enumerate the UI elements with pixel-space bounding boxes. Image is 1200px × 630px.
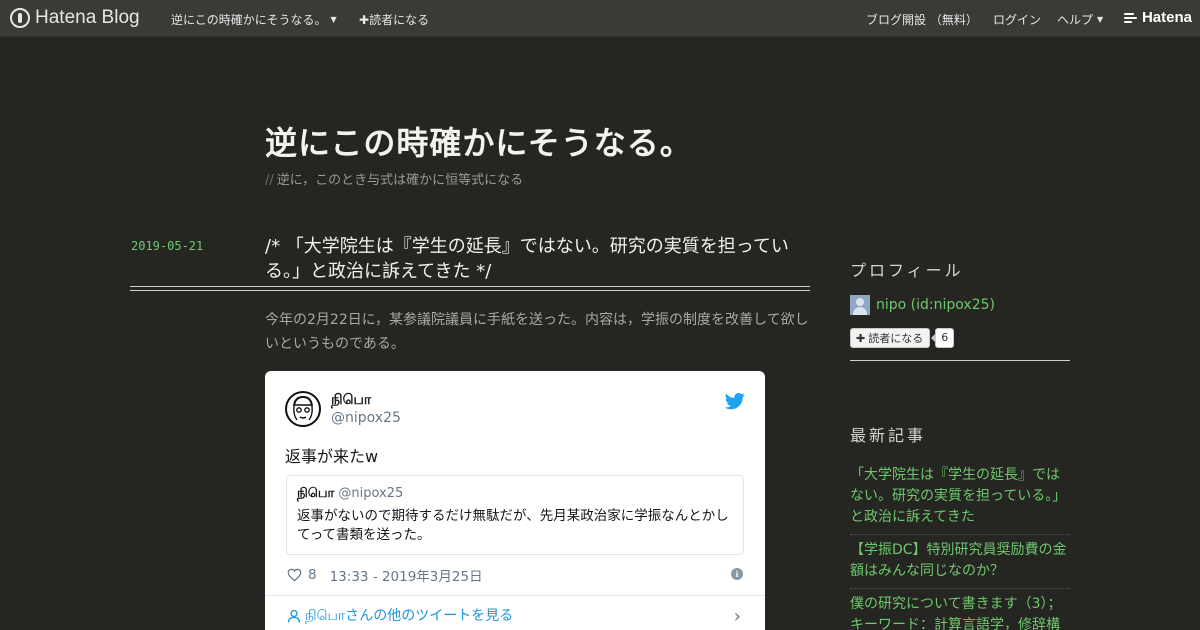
sidebar-divider <box>850 360 1070 361</box>
heart-icon[interactable] <box>287 568 302 582</box>
more-tweets-label: நிபொさんの他のツイートを見る <box>305 608 514 624</box>
entry-body-paragraph: 今年の2月22日に，某参議院議員に手紙を送った。内容は，学振の制度を改善して欲し… <box>265 312 809 352</box>
blog-description-text: 逆に，このとき与式は確かに恒等式になる <box>276 173 524 188</box>
title-divider <box>130 286 810 291</box>
recent-entry-link[interactable]: 僕の研究について書きます（3）；キーワード：計算言語学，修辞構 <box>850 593 1070 630</box>
sidebar-subscribe-button[interactable]: ✚ 読者になる <box>850 328 931 348</box>
open-blog-link[interactable]: ブログ開設 （無料） <box>866 11 978 28</box>
quoted-tweet-text: 返事がないので期待するだけ無駄だが、先月某政治家に学振なんとかしてって書類を送っ… <box>297 508 729 543</box>
chevron-down-icon: ▼ <box>330 15 337 24</box>
help-dropdown[interactable]: ヘルプ ▼ <box>1057 11 1103 28</box>
blog-title[interactable]: 逆にこの時確かにそうなる。 <box>265 118 693 164</box>
plus-icon: ✚ <box>359 13 370 27</box>
quoted-author-handle: @nipox25 <box>338 486 404 501</box>
hatena-blog-logo-icon <box>10 8 30 28</box>
tweet-author-handle[interactable]: @nipox25 <box>331 410 401 426</box>
profile-avatar-icon[interactable] <box>850 295 870 315</box>
quoted-tweet[interactable]: நிபொ @nipox25 返事がないので期待するだけ無駄だが、先月某政治家に学振… <box>286 475 744 555</box>
plus-icon: ✚ <box>856 331 866 345</box>
slash-decoration: // <box>265 173 274 188</box>
hatena-logo[interactable]: Hatena <box>1123 9 1192 26</box>
chevron-down-icon: ▼ <box>1097 15 1104 24</box>
subscribe-top-label: 読者になる <box>369 13 430 27</box>
quoted-tweet-header: நிபொ @nipox25 <box>297 486 403 502</box>
avatar-face-icon <box>293 395 313 421</box>
embedded-tweet[interactable]: நிபொ @nipox25 返事が来たw நிபொ @nipox25 返事がないの… <box>265 371 765 630</box>
hatena-logo-text: Hatena <box>1141 9 1192 26</box>
tweet-avatar[interactable] <box>285 391 321 427</box>
tweet-meta: 8 13:33 - 2019年3月25日 <box>287 565 483 585</box>
profile-link[interactable]: nipo (id:nipox25) <box>850 295 995 315</box>
subscribe-top-button[interactable]: ✚読者になる <box>359 11 429 28</box>
user-icon <box>287 609 301 623</box>
subscriber-count[interactable]: 6 <box>931 328 955 348</box>
hatena-blog-logo-text: Hatena Blog <box>35 7 140 28</box>
blog-menu-dropdown[interactable]: 逆にこの時確かにそうなる。 ▼ <box>171 11 337 28</box>
hatena-wing-icon <box>1123 12 1138 24</box>
sidebar-subscribe-label: 読者になる <box>868 332 924 345</box>
entry-title[interactable]: /* 「大学院生は『学生の延長』ではない。研究の実質を担っている。」と政治に訴え… <box>265 234 810 284</box>
tweet-text: 返事が来たw <box>285 447 379 466</box>
profile-heading: プロフィール <box>850 261 964 280</box>
more-tweets-link[interactable]: நிபொさんの他のツイートを見る <box>287 605 513 626</box>
recent-entries-heading: 最新記事 <box>850 426 927 445</box>
recent-entries-list: 「大学院生は『学生の延長』ではない。研究の実質を担っている。」と政治に訴えてきた… <box>850 464 1070 630</box>
info-icon[interactable]: i <box>731 568 743 580</box>
tweet-author-name[interactable]: நிபொ <box>331 392 371 410</box>
tweet-divider <box>265 595 765 596</box>
hatena-blog-logo[interactable]: Hatena Blog <box>10 7 140 29</box>
recent-entry-link[interactable]: 【学振DC】特別研究員奨励費の金額はみんな同じなのか？ <box>850 539 1070 589</box>
login-link[interactable]: ログイン <box>993 11 1041 28</box>
sidebar-subscribe: ✚ 読者になる 6 <box>850 328 955 348</box>
profile-name[interactable]: nipo (id:nipox25) <box>876 297 995 313</box>
global-header: Hatena Blog 逆にこの時確かにそうなる。 ▼ ✚読者になる ブログ開設 … <box>0 0 1200 37</box>
tweet-timestamp[interactable]: 13:33 - 2019年3月25日 <box>330 565 483 585</box>
recent-entry-link[interactable]: 「大学院生は『学生の延長』ではない。研究の実質を担っている。」と政治に訴えてきた <box>850 464 1070 535</box>
chevron-right-icon[interactable]: › <box>734 606 741 627</box>
entry-date[interactable]: 2019-05-21 <box>131 239 203 253</box>
blog-description: //逆に，このとき与式は確かに恒等式になる <box>265 169 523 188</box>
like-count[interactable]: 8 <box>308 567 317 583</box>
quoted-author-name: நிபொ <box>297 486 335 501</box>
blog-menu-label: 逆にこの時確かにそうなる。 <box>171 13 327 27</box>
help-label: ヘルプ <box>1057 13 1094 27</box>
twitter-bird-icon[interactable] <box>725 391 745 411</box>
